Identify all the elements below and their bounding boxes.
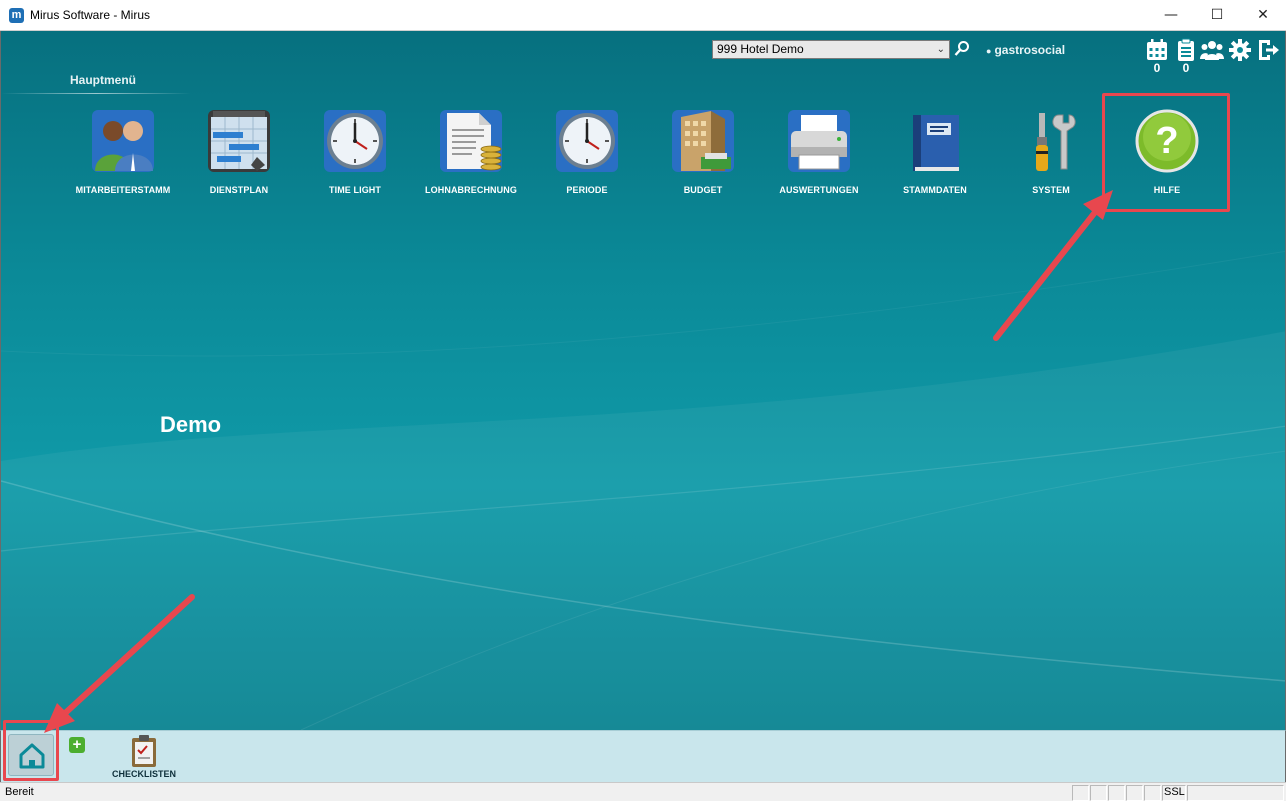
search-icon[interactable] — [954, 40, 970, 58]
user-icon: ● — [986, 46, 992, 56]
status-cell — [1126, 785, 1143, 801]
main-area: 999 Hotel Demo ⌄ ● gastrosocial 0 0 Haup… — [0, 31, 1286, 730]
maximize-button[interactable]: ☐ — [1194, 0, 1240, 30]
tile-label: STAMMDATEN — [903, 185, 967, 195]
menu-title-divider — [1, 93, 191, 94]
hotel-select-value: 999 Hotel Demo — [717, 42, 804, 56]
clipboard-count: 0 — [1182, 61, 1190, 75]
tile-periode[interactable]: PERIODE — [529, 109, 645, 209]
hilfe-highlight-box — [1102, 93, 1230, 212]
calendar-icon[interactable] — [1145, 38, 1169, 62]
minimize-button[interactable]: — — [1148, 0, 1194, 30]
tile-system[interactable]: SYSTEM — [993, 109, 1109, 209]
bottom-toolbar: + CHECKLISTEN — [0, 730, 1286, 782]
tile-label: AUSWERTUNGEN — [779, 185, 859, 195]
employees-icon — [92, 110, 154, 172]
calendar-count: 0 — [1153, 61, 1161, 75]
book-icon — [913, 115, 959, 171]
schedule-icon — [208, 110, 270, 172]
status-cell — [1144, 785, 1161, 801]
clock-icon — [556, 110, 618, 172]
status-bar: Bereit SSL — [0, 782, 1286, 801]
tile-label: BUDGET — [683, 185, 723, 195]
close-button[interactable]: ✕ — [1240, 0, 1286, 30]
chevron-down-icon: ⌄ — [936, 44, 945, 55]
checklist-label[interactable]: CHECKLISTEN — [101, 769, 187, 779]
status-cell — [1090, 785, 1107, 801]
tile-label: SYSTEM — [1032, 185, 1070, 195]
demo-label: Demo — [160, 412, 222, 437]
gear-icon[interactable] — [1228, 38, 1252, 62]
logout-icon[interactable] — [1256, 38, 1280, 62]
tile-lohnabrechnung[interactable]: LOHNABRECHNUNG — [413, 109, 529, 209]
payroll-icon — [440, 110, 502, 172]
budget-icon — [672, 110, 734, 172]
status-cell — [1072, 785, 1089, 801]
ssl-label: SSL — [1164, 786, 1185, 798]
username: gastrosocial — [994, 43, 1066, 57]
tile-mitarbeiterstamm[interactable]: MITARBEITERSTAMM — [65, 109, 181, 209]
hotel-select[interactable]: 999 Hotel Demo ⌄ — [712, 40, 950, 59]
home-highlight-box — [3, 720, 59, 781]
user-label[interactable]: ● gastrosocial — [986, 43, 1065, 57]
add-button[interactable]: + — [69, 737, 85, 753]
menu-title: Hauptmenü — [70, 73, 136, 87]
tile-dienstplan[interactable]: DIENSTPLAN — [181, 109, 297, 209]
tile-budget[interactable]: BUDGET — [645, 109, 761, 209]
checklist-icon[interactable] — [129, 734, 159, 768]
printer-icon — [788, 110, 850, 172]
tile-label: MITARBEITERSTAMM — [75, 185, 171, 195]
app-icon: m — [9, 8, 24, 23]
tile-auswertungen[interactable]: AUSWERTUNGEN — [761, 109, 877, 209]
clipboard-icon[interactable] — [1174, 38, 1198, 62]
group-icon[interactable] — [1200, 38, 1224, 62]
title-bar: m Mirus Software - Mirus — ☐ ✕ — [0, 0, 1286, 31]
status-cell — [1108, 785, 1125, 801]
tile-label: LOHNABRECHNUNG — [425, 185, 517, 195]
clock-icon — [324, 110, 386, 172]
tools-icon — [1036, 113, 1076, 171]
status-cell — [1187, 785, 1284, 801]
window-title: Mirus Software - Mirus — [30, 8, 151, 22]
tile-time-light[interactable]: TIME LIGHT — [297, 109, 413, 209]
tile-label: DIENSTPLAN — [209, 185, 269, 195]
tile-label: TIME LIGHT — [329, 185, 381, 195]
tile-label: PERIODE — [566, 185, 608, 195]
tile-stammdaten[interactable]: STAMMDATEN — [877, 109, 993, 209]
status-text: Bereit — [5, 786, 34, 798]
